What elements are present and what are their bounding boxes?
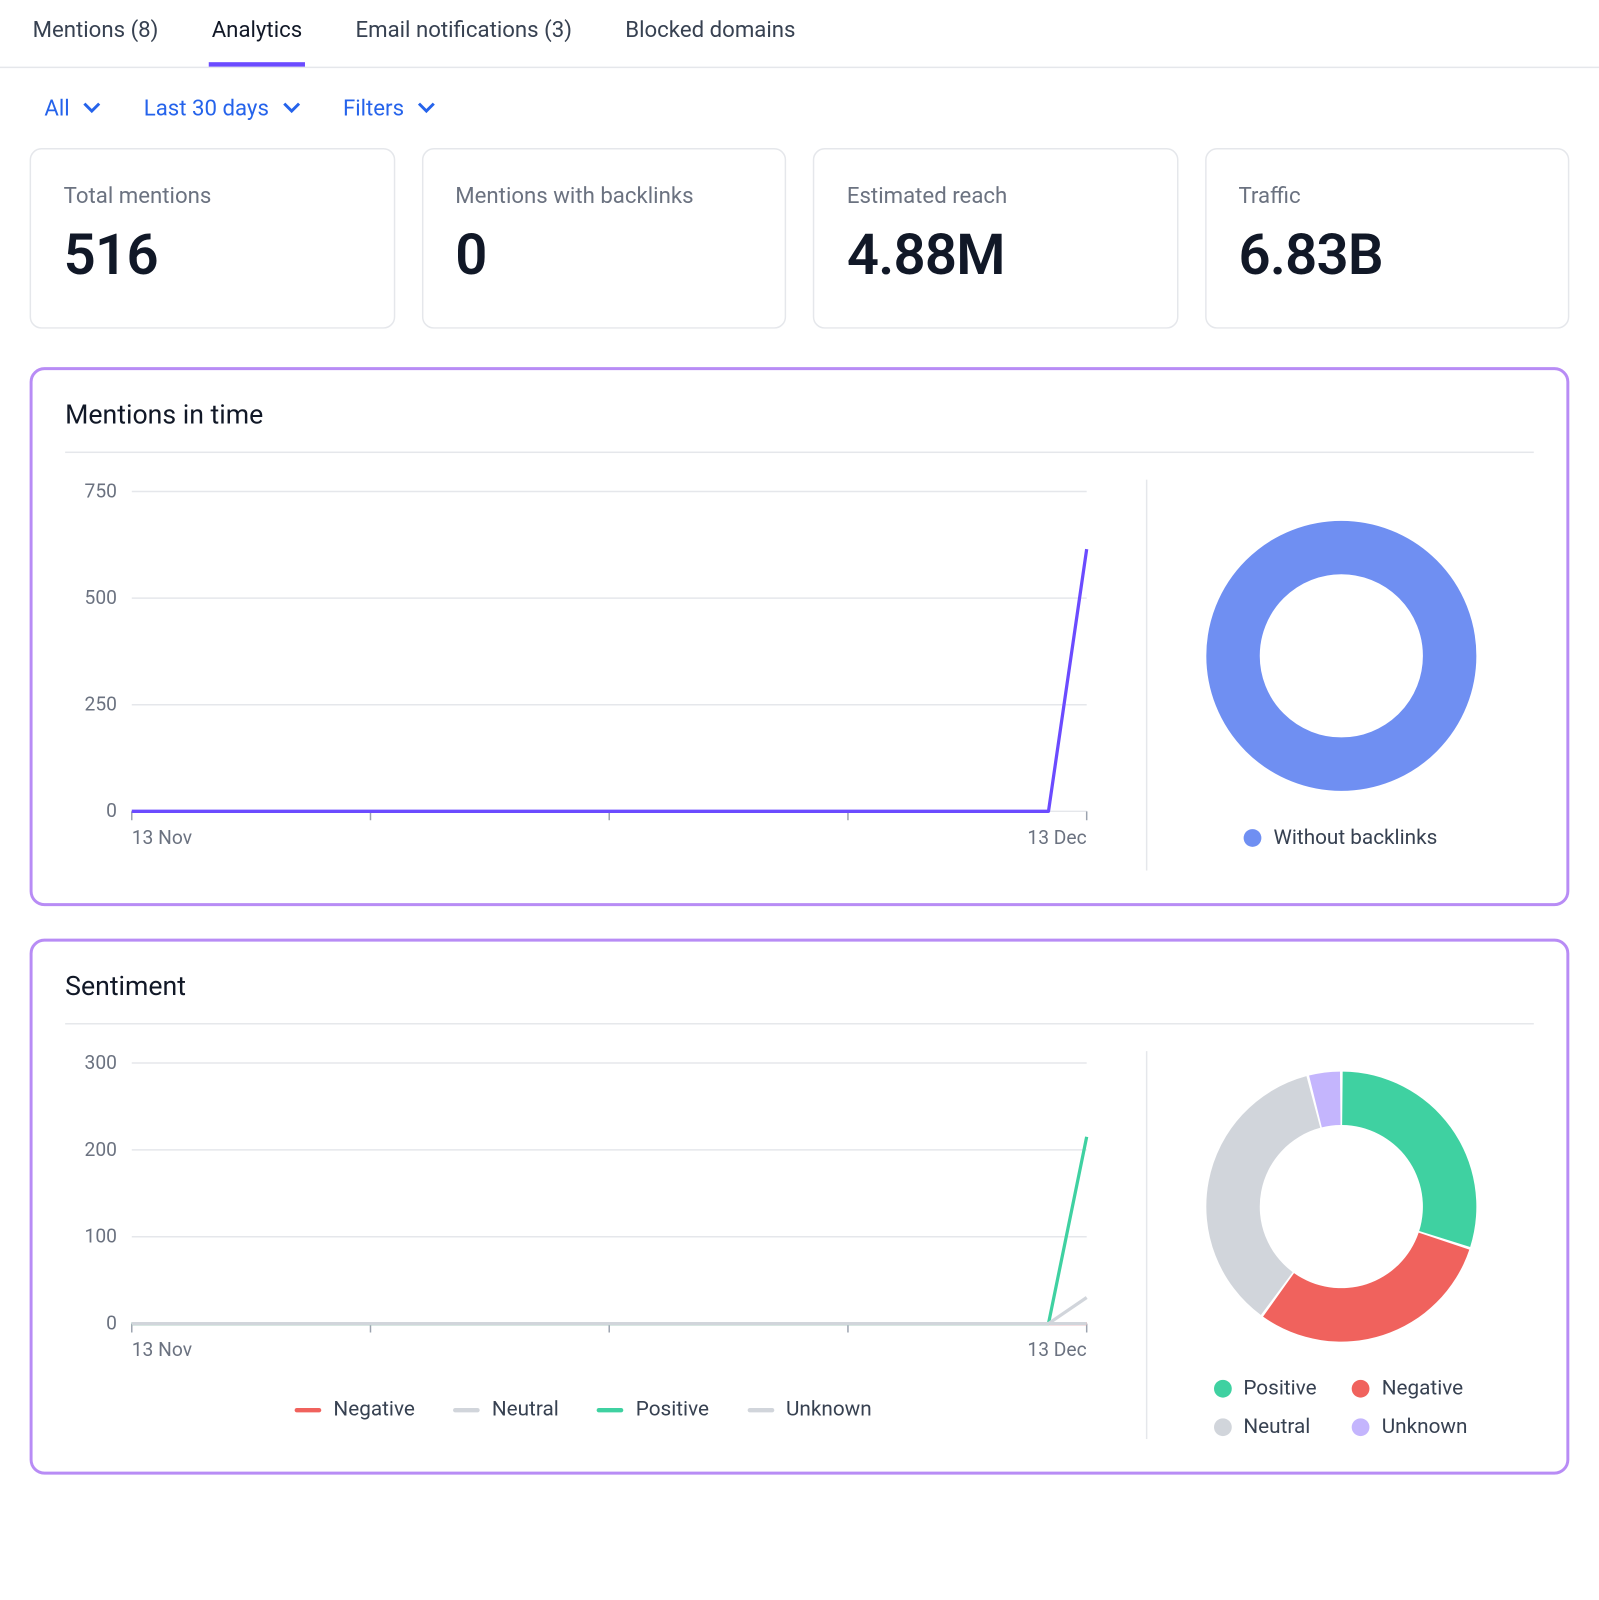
svg-text:200: 200 <box>85 1138 117 1161</box>
dot-icon <box>1352 1380 1370 1398</box>
kpi-traffic[interactable]: Traffic 6.83B <box>1204 148 1569 329</box>
kpi-with-backlinks[interactable]: Mentions with backlinks 0 <box>421 148 786 329</box>
legend-positive: Positive <box>597 1398 709 1422</box>
svg-text:13 Dec: 13 Dec <box>1027 1338 1086 1361</box>
line-swatch-icon <box>747 1407 774 1411</box>
filter-filters-label: Filters <box>343 95 404 122</box>
svg-text:750: 750 <box>85 480 117 503</box>
svg-text:0: 0 <box>106 1311 117 1334</box>
kpi-row: Total mentions 516 Mentions with backlin… <box>0 148 1599 367</box>
line-swatch-icon <box>295 1407 322 1411</box>
dot-icon <box>1244 829 1262 847</box>
kpi-value: 516 <box>64 224 361 289</box>
donut-legend-negative: Negative <box>1352 1377 1467 1401</box>
dot-icon <box>1214 1418 1232 1436</box>
dot-icon <box>1352 1418 1370 1436</box>
donut-legend-positive: Positive <box>1214 1377 1317 1401</box>
svg-text:100: 100 <box>85 1225 117 1248</box>
line-swatch-icon <box>453 1407 480 1411</box>
mentions-line-chart[interactable]: 0 250 500 750 13 Nov 13 Dec <box>65 480 1147 871</box>
legend-neutral: Neutral <box>453 1398 558 1422</box>
kpi-total-mentions[interactable]: Total mentions 516 <box>30 148 395 329</box>
dot-icon <box>1214 1380 1232 1398</box>
svg-text:0: 0 <box>106 799 117 822</box>
kpi-value: 6.83B <box>1238 224 1535 289</box>
svg-text:250: 250 <box>85 693 117 716</box>
tab-mentions[interactable]: Mentions (8) <box>30 15 162 67</box>
panel-title: Mentions in time <box>65 400 1534 431</box>
mentions-donut-chart[interactable] <box>1200 515 1481 796</box>
kpi-label: Total mentions <box>64 182 361 209</box>
line-swatch-icon <box>597 1407 624 1411</box>
kpi-estimated-reach[interactable]: Estimated reach 4.88M <box>813 148 1178 329</box>
panel-title: Sentiment <box>65 971 1534 1002</box>
filter-all[interactable]: All <box>44 95 102 122</box>
sentiment-line-chart[interactable]: 010020030013 Nov13 Dec Negative Neutral … <box>65 1051 1147 1439</box>
kpi-value: 4.88M <box>847 224 1144 289</box>
filter-filters[interactable]: Filters <box>343 95 437 122</box>
svg-text:300: 300 <box>85 1051 117 1074</box>
tab-email-notifications[interactable]: Email notifications (3) <box>353 15 575 67</box>
tab-blocked-domains[interactable]: Blocked domains <box>622 15 798 67</box>
chevron-down-icon <box>416 101 437 116</box>
kpi-label: Mentions with backlinks <box>455 182 752 209</box>
panel-sentiment: Sentiment 0 100 200 300 13 Nov 13 Dec Negativ… <box>30 939 1570 1475</box>
svg-text:13 Nov: 13 Nov <box>132 1338 192 1361</box>
donut-legend-unknown: Unknown <box>1352 1415 1467 1439</box>
filter-date-range[interactable]: Last 30 days <box>144 95 302 122</box>
filter-bar: All Last 30 days Filters <box>0 68 1599 148</box>
kpi-value: 0 <box>455 224 752 289</box>
tabs-bar: Mentions (8) Analytics Email notificatio… <box>0 0 1599 68</box>
kpi-label: Estimated reach <box>847 182 1144 209</box>
donut-legend-neutral: Neutral <box>1214 1415 1317 1439</box>
panel-mentions-in-time: Mentions in time 025050075013 Nov13 Dec … <box>30 367 1570 906</box>
filter-range-label: Last 30 days <box>144 95 269 122</box>
svg-text:13 Nov: 13 Nov <box>132 826 192 849</box>
sentiment-donut-chart[interactable] <box>1200 1066 1481 1347</box>
legend-negative: Negative <box>295 1398 415 1422</box>
chevron-down-icon <box>82 101 103 116</box>
donut-legend-without-backlinks: Without backlinks <box>1244 826 1437 850</box>
kpi-label: Traffic <box>1238 182 1535 209</box>
tab-analytics[interactable]: Analytics <box>209 15 305 67</box>
filter-all-label: All <box>44 95 69 122</box>
chevron-down-icon <box>281 101 302 116</box>
legend-unknown: Unknown <box>747 1398 871 1422</box>
svg-text:13 Dec: 13 Dec <box>1027 826 1086 849</box>
svg-text:500: 500 <box>85 586 117 609</box>
